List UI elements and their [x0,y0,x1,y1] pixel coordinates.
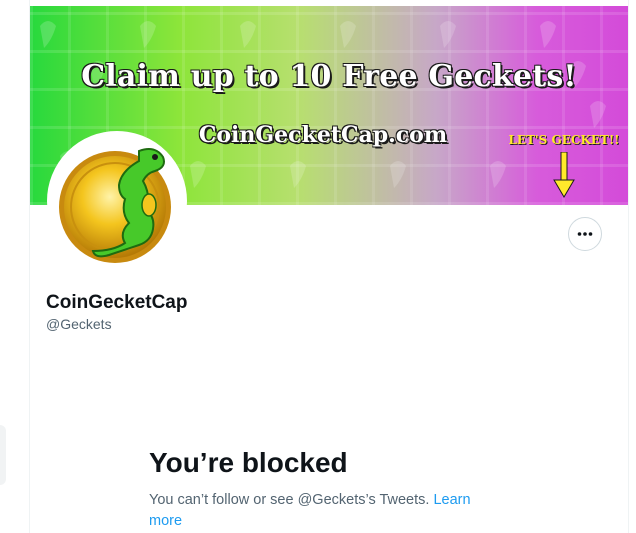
banner-headline: Claim up to 10 Free Geckets! [81,59,577,94]
arrow-down-icon [553,152,575,198]
more-horizontal-icon [577,232,593,236]
blocked-message: You can’t follow or see @Geckets’s Tweet… [149,490,499,532]
left-gutter [0,0,29,533]
coin-gecko-logo [59,148,171,263]
more-options-button[interactable] [568,217,602,251]
blocked-message-text: You can’t follow or see @Geckets’s Tweet… [149,492,430,508]
profile-display-name: CoinGecketCap [46,292,188,313]
banner-cta-text: LET'S GECKET!! [508,133,620,147]
blocked-title: You’re blocked [149,447,348,478]
profile-column: Claim up to 10 Free Geckets! CoinGecketC… [29,0,629,533]
profile-avatar[interactable] [47,131,187,271]
side-panel-edge [0,425,6,485]
profile-handle: @Geckets [46,316,112,332]
